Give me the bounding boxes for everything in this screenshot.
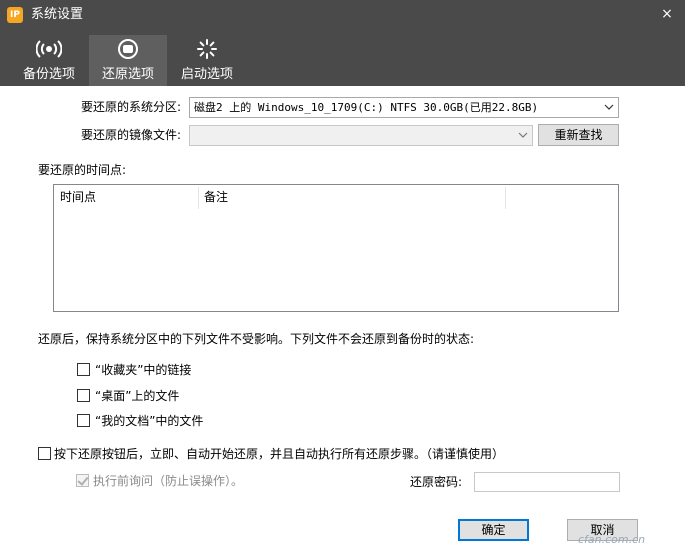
close-button[interactable]: ×: [655, 3, 679, 25]
column-divider: [505, 187, 506, 209]
image-file-label: 要还原的镜像文件:: [81, 128, 182, 142]
keep-files-intro: 还原后，保持系统分区中的下列文件不受影响。下列文件不会还原到备份时的状态:: [38, 332, 475, 346]
favorites-label: “收藏夹”中的链接: [95, 363, 192, 377]
tab-label: 备份选项: [22, 67, 75, 82]
restore-password-input[interactable]: [474, 472, 620, 492]
partition-select[interactable]: 磁盘2 上的 Windows_10_1709(C:) NTFS 30.0GB(已…: [189, 97, 619, 118]
tab-restore-options[interactable]: 还原选项: [89, 35, 167, 86]
desktop-checkbox[interactable]: [77, 389, 90, 402]
startup-spinner-icon: [168, 37, 246, 61]
partition-label: 要还原的系统分区:: [81, 100, 182, 114]
backup-radio-icon: [10, 37, 88, 61]
timepoint-label: 要还原的时间点:: [38, 163, 127, 177]
confirm-before-run-checkbox[interactable]: [76, 474, 89, 487]
watermark: cfan.com.cn: [578, 533, 646, 546]
restore-circle-icon: [89, 37, 167, 61]
auto-restore-label: 按下还原按钮后，立即、自动开始还原，并且自动执行所有还原步骤。（请谨慎使用）: [54, 447, 505, 461]
tab-label: 启动选项: [180, 67, 233, 82]
documents-label: “我的文档”中的文件: [95, 414, 204, 428]
tab-backup-options[interactable]: 备份选项: [10, 35, 88, 86]
timepoint-list[interactable]: 时间点 备注: [53, 184, 619, 312]
column-header-timepoint[interactable]: 时间点: [54, 185, 198, 210]
ok-button[interactable]: 确定: [458, 519, 529, 541]
auto-restore-checkbox[interactable]: [38, 447, 51, 460]
image-file-select[interactable]: [189, 125, 533, 146]
confirm-before-run-label: 执行前询问（防止误操作）。: [93, 474, 244, 488]
restore-password-label: 还原密码:: [410, 475, 463, 489]
partition-value: 磁盘2 上的 Windows_10_1709(C:) NTFS 30.0GB(已…: [194, 101, 539, 114]
column-header-note[interactable]: 备注: [198, 185, 505, 210]
tab-startup-options[interactable]: 启动选项: [168, 35, 246, 86]
title-bar: IP 系统设置 × 备份选项 还原选项 启动选项: [0, 0, 685, 86]
chevron-down-icon: [518, 132, 528, 138]
favorites-checkbox[interactable]: [77, 363, 90, 376]
tab-label: 还原选项: [101, 67, 154, 82]
chevron-down-icon: [604, 104, 614, 110]
documents-checkbox[interactable]: [77, 414, 90, 427]
window-title: 系统设置: [31, 7, 84, 22]
app-icon: IP: [7, 7, 23, 23]
desktop-label: “桌面”上的文件: [95, 389, 180, 403]
rescan-button[interactable]: 重新查找: [538, 124, 619, 146]
